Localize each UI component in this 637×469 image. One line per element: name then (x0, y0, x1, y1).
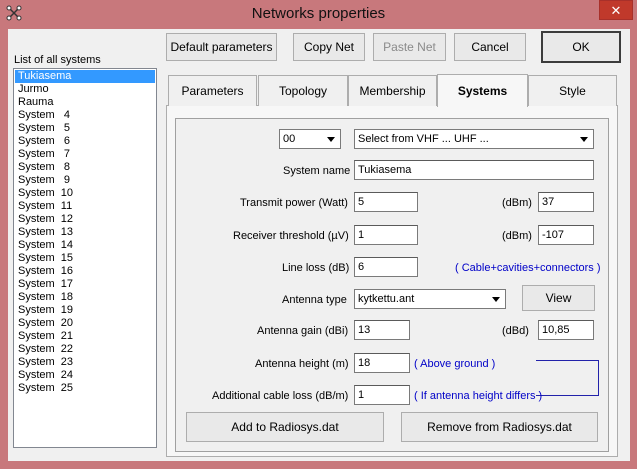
list-item[interactable]: System 14 (15, 239, 155, 252)
list-item[interactable]: System 23 (15, 356, 155, 369)
band-select-combo[interactable]: Select from VHF ... UHF ... (354, 129, 594, 149)
transmit-power-dbm-field[interactable]: 37 (538, 192, 594, 212)
tab-systems[interactable]: Systems (437, 74, 528, 107)
tab-parameters[interactable]: Parameters (168, 75, 257, 106)
list-item[interactable]: System 11 (15, 200, 155, 213)
line-loss-note: ( Cable+cavities+connectors ) (455, 262, 601, 274)
chevron-down-icon (576, 131, 592, 147)
tab-membership[interactable]: Membership (348, 75, 437, 106)
copy-net-button[interactable]: Copy Net (293, 33, 365, 61)
systems-listbox[interactable]: Tukiasema Jurmo Rauma System 4 System 5 Syste… (13, 68, 157, 448)
paste-net-button[interactable]: Paste Net (373, 33, 446, 61)
system-number-combo[interactable]: 00 (279, 129, 341, 149)
antenna-height-note: ( Above ground ) (414, 358, 496, 370)
band-select-value: Select from VHF ... UHF ... (358, 133, 489, 145)
system-number-value: 00 (283, 133, 296, 145)
antenna-height-field[interactable]: 18 (354, 353, 410, 373)
tab-style[interactable]: Style (528, 75, 617, 106)
receiver-threshold-dbm-field[interactable]: -107 (538, 225, 594, 245)
ok-button[interactable]: OK (541, 31, 621, 63)
list-item[interactable]: System 17 (15, 278, 155, 291)
default-parameters-button[interactable]: Default parameters (166, 33, 277, 61)
antenna-gain-dbd-label: (dBd) (502, 325, 529, 337)
list-item[interactable]: System 9 (15, 174, 155, 187)
height-cable-bracket (536, 360, 599, 396)
line-loss-label: Line loss (dB) (282, 262, 350, 274)
antenna-gain-dbd-field[interactable]: 10,85 (538, 320, 594, 340)
cable-loss-note: ( If antenna height differs ) (414, 390, 543, 402)
transmit-power-dbm-label: (dBm) (502, 197, 532, 209)
view-antenna-button[interactable]: View (522, 285, 595, 311)
antenna-type-combo[interactable]: kytkettu.ant (354, 289, 506, 309)
list-item[interactable]: System 22 (15, 343, 155, 356)
antenna-gain-label: Antenna gain (dBi) (257, 325, 349, 337)
list-item[interactable]: System 12 (15, 213, 155, 226)
systems-list-label: List of all systems (14, 54, 101, 66)
list-item[interactable]: System 19 (15, 304, 155, 317)
transmit-power-field[interactable]: 5 (354, 192, 418, 212)
receiver-threshold-dbm-label: (dBm) (502, 230, 532, 242)
cancel-button[interactable]: Cancel (454, 33, 526, 61)
line-loss-field[interactable]: 6 (354, 257, 418, 277)
list-item[interactable]: System 5 (15, 122, 155, 135)
tab-topology[interactable]: Topology (258, 75, 348, 106)
list-item[interactable]: System 8 (15, 161, 155, 174)
list-item[interactable]: System 10 (15, 187, 155, 200)
list-item[interactable]: System 13 (15, 226, 155, 239)
add-to-radiosys-button[interactable]: Add to Radiosys.dat (186, 412, 384, 442)
antenna-gain-field[interactable]: 13 (354, 320, 410, 340)
chevron-down-icon (323, 131, 339, 147)
close-button[interactable]: ✕ (599, 0, 633, 20)
system-name-label: System name (283, 165, 351, 177)
list-item[interactable]: System 7 (15, 148, 155, 161)
list-item[interactable]: System 18 (15, 291, 155, 304)
list-item[interactable]: Tukiasema (15, 70, 155, 83)
list-item[interactable]: System 25 (15, 382, 155, 395)
list-item[interactable]: Jurmo (15, 83, 155, 96)
list-item[interactable]: System 4 (15, 109, 155, 122)
receiver-threshold-label: Receiver threshold (µV) (233, 230, 349, 242)
chevron-down-icon (488, 291, 504, 307)
remove-from-radiosys-button[interactable]: Remove from Radiosys.dat (401, 412, 598, 442)
list-item[interactable]: System 15 (15, 252, 155, 265)
antenna-type-value: kytkettu.ant (358, 293, 415, 305)
receiver-threshold-field[interactable]: 1 (354, 225, 418, 245)
antenna-height-label: Antenna height (m) (255, 358, 349, 370)
system-name-field[interactable]: Tukiasema (354, 160, 594, 180)
list-item[interactable]: Rauma (15, 96, 155, 109)
list-item[interactable]: System 24 (15, 369, 155, 382)
list-item[interactable]: System 21 (15, 330, 155, 343)
cable-loss-field[interactable]: 1 (354, 385, 410, 405)
cable-loss-label: Additional cable loss (dB/m) (212, 390, 349, 402)
window-title: Networks properties (251, 5, 386, 22)
list-item[interactable]: System 16 (15, 265, 155, 278)
list-item[interactable]: System 20 (15, 317, 155, 330)
list-item[interactable]: System 6 (15, 135, 155, 148)
antenna-type-label: Antenna type (282, 294, 347, 306)
transmit-power-label: Transmit power (Watt) (240, 197, 348, 209)
